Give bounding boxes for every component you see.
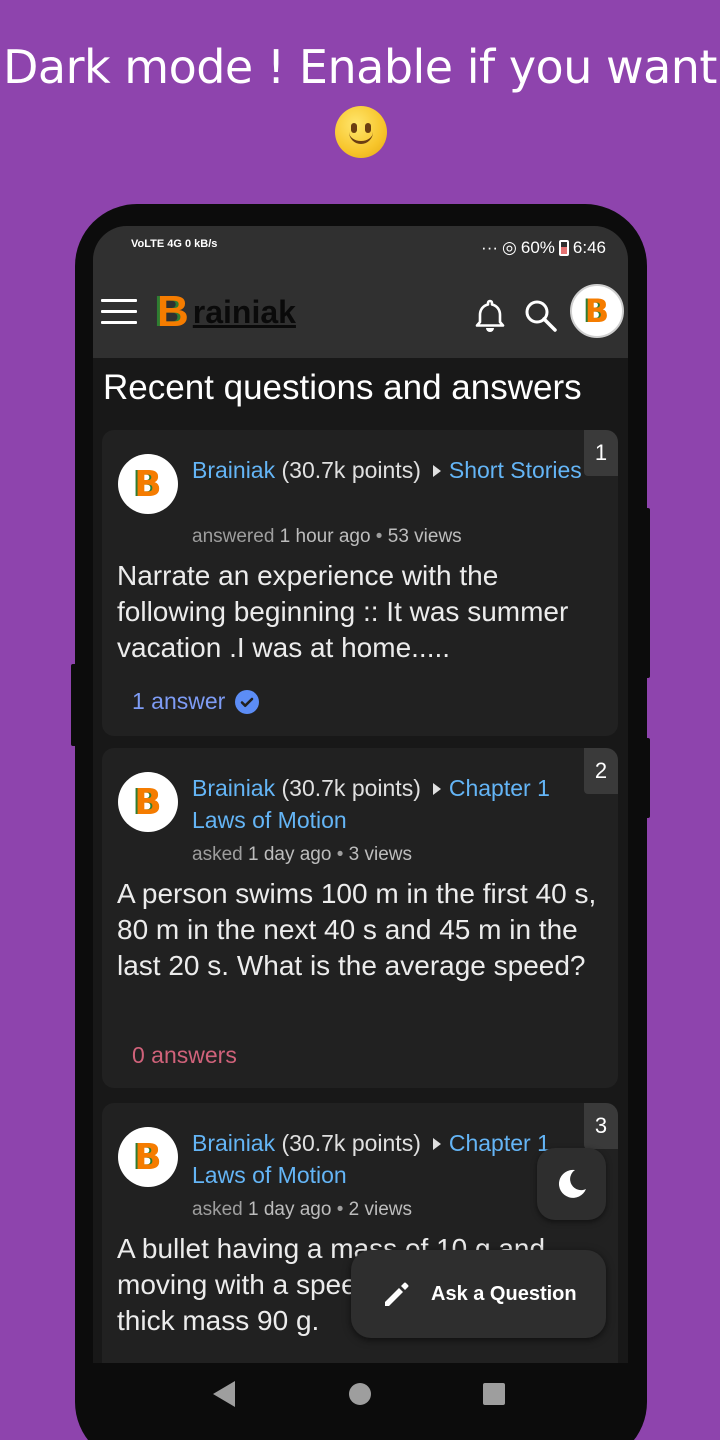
avatar-letter: B: [134, 781, 162, 823]
avatar[interactable]: B: [118, 772, 178, 832]
post-action: asked: [192, 844, 243, 865]
avatar[interactable]: B: [118, 1127, 178, 1187]
post-stats: answered 1 hour ago • 53 views: [192, 526, 462, 547]
logo-text: rainiak: [192, 294, 296, 330]
power-button: [644, 738, 650, 818]
view-count: 53 views: [387, 526, 462, 547]
post-meta: Brainiak (30.7k points) Chapter 1 Laws of…: [192, 772, 587, 836]
recent-apps-icon[interactable]: [483, 1383, 505, 1405]
post-time: 1 hour ago: [279, 526, 371, 547]
page-title: Recent questions and answers: [103, 368, 582, 407]
author-points: (30.7k points): [281, 775, 421, 801]
hamburger-menu-icon[interactable]: [101, 299, 137, 327]
user-avatar[interactable]: B: [570, 284, 624, 338]
volume-button: [644, 508, 650, 678]
avatar-letter: B: [584, 292, 610, 330]
side-button: [71, 664, 77, 746]
home-icon[interactable]: [349, 1383, 371, 1405]
avatar-letter: B: [134, 1136, 162, 1178]
author-link[interactable]: Brainiak: [192, 775, 275, 801]
post-time: 1 day ago: [247, 1199, 332, 1220]
post-action: answered: [192, 526, 275, 547]
more-icon: ···: [481, 238, 499, 257]
caret-right-icon: [432, 783, 441, 795]
post-stats: asked 1 day ago • 2 views: [192, 1199, 413, 1220]
answer-count-label: 1 answer: [132, 688, 226, 714]
author-link[interactable]: Brainiak: [192, 1130, 275, 1156]
avatar[interactable]: B: [118, 454, 178, 514]
caret-right-icon: [432, 1138, 441, 1150]
search-icon[interactable]: [523, 298, 559, 334]
question-card[interactable]: 1 B Brainiak (30.7k points) Short Stories…: [102, 430, 618, 736]
logo-letter: B: [157, 287, 189, 336]
avatar-letter: B: [134, 463, 162, 505]
rank-badge: 3: [584, 1103, 618, 1149]
brainiak-logo[interactable]: B rainiak: [157, 287, 296, 336]
network-indicators: VoLTE 4G 0 kB/s: [131, 238, 217, 250]
phone-screen: VoLTE 4G 0 kB/s ··· ◎ 60% 6:46 B rainiak…: [93, 226, 628, 1426]
hotspot-icon: ◎: [502, 238, 517, 257]
app-bar: B rainiak B: [93, 276, 628, 358]
rank-badge: 1: [584, 430, 618, 476]
battery-percent: 60%: [520, 238, 555, 257]
promo-title: Dark mode ! Enable if you want: [3, 40, 717, 94]
post-time: 1 day ago: [247, 844, 332, 865]
smiling-face-icon: [335, 106, 387, 158]
back-icon[interactable]: [213, 1381, 235, 1407]
view-count: 3 views: [348, 844, 413, 865]
author-link[interactable]: Brainiak: [192, 457, 275, 483]
system-nav-bar: [93, 1363, 628, 1426]
caret-right-icon: [432, 465, 441, 477]
author-points: (30.7k points): [281, 457, 421, 483]
network-status: VoLTE 4G 0 kB/s: [131, 238, 218, 250]
status-bar: VoLTE 4G 0 kB/s ··· ◎ 60% 6:46: [93, 226, 628, 276]
answer-count[interactable]: 1 answer: [132, 688, 260, 715]
post-meta: Brainiak (30.7k points) Short Stories: [192, 454, 587, 486]
battery-icon: [558, 240, 569, 256]
post-stats: asked 1 day ago • 3 views: [192, 844, 413, 865]
question-card[interactable]: 2 B Brainiak (30.7k points) Chapter 1 Law…: [102, 748, 618, 1088]
pencil-icon: [385, 1282, 409, 1306]
question-title[interactable]: Narrate an experience with the following…: [117, 558, 612, 666]
ask-question-button[interactable]: Ask a Question: [351, 1250, 606, 1338]
answer-count-label: 0 answers: [132, 1042, 237, 1068]
check-circle-icon: [235, 689, 260, 714]
clock: 6:46: [572, 238, 606, 257]
bell-icon[interactable]: [474, 298, 506, 334]
answer-count[interactable]: 0 answers: [132, 1042, 237, 1069]
rank-badge: 2: [584, 748, 618, 794]
author-points: (30.7k points): [281, 1130, 421, 1156]
post-action: asked: [192, 1199, 243, 1220]
category-link[interactable]: Short Stories: [449, 457, 582, 483]
question-title[interactable]: A person swims 100 m in the first 40 s, …: [117, 876, 612, 984]
ask-question-label: Ask a Question: [431, 1282, 577, 1305]
dark-mode-toggle[interactable]: [537, 1148, 606, 1220]
post-meta: Brainiak (30.7k points) Chapter 1 Laws of…: [192, 1127, 587, 1191]
moon-icon: [558, 1169, 586, 1198]
view-count: 2 views: [348, 1199, 413, 1220]
